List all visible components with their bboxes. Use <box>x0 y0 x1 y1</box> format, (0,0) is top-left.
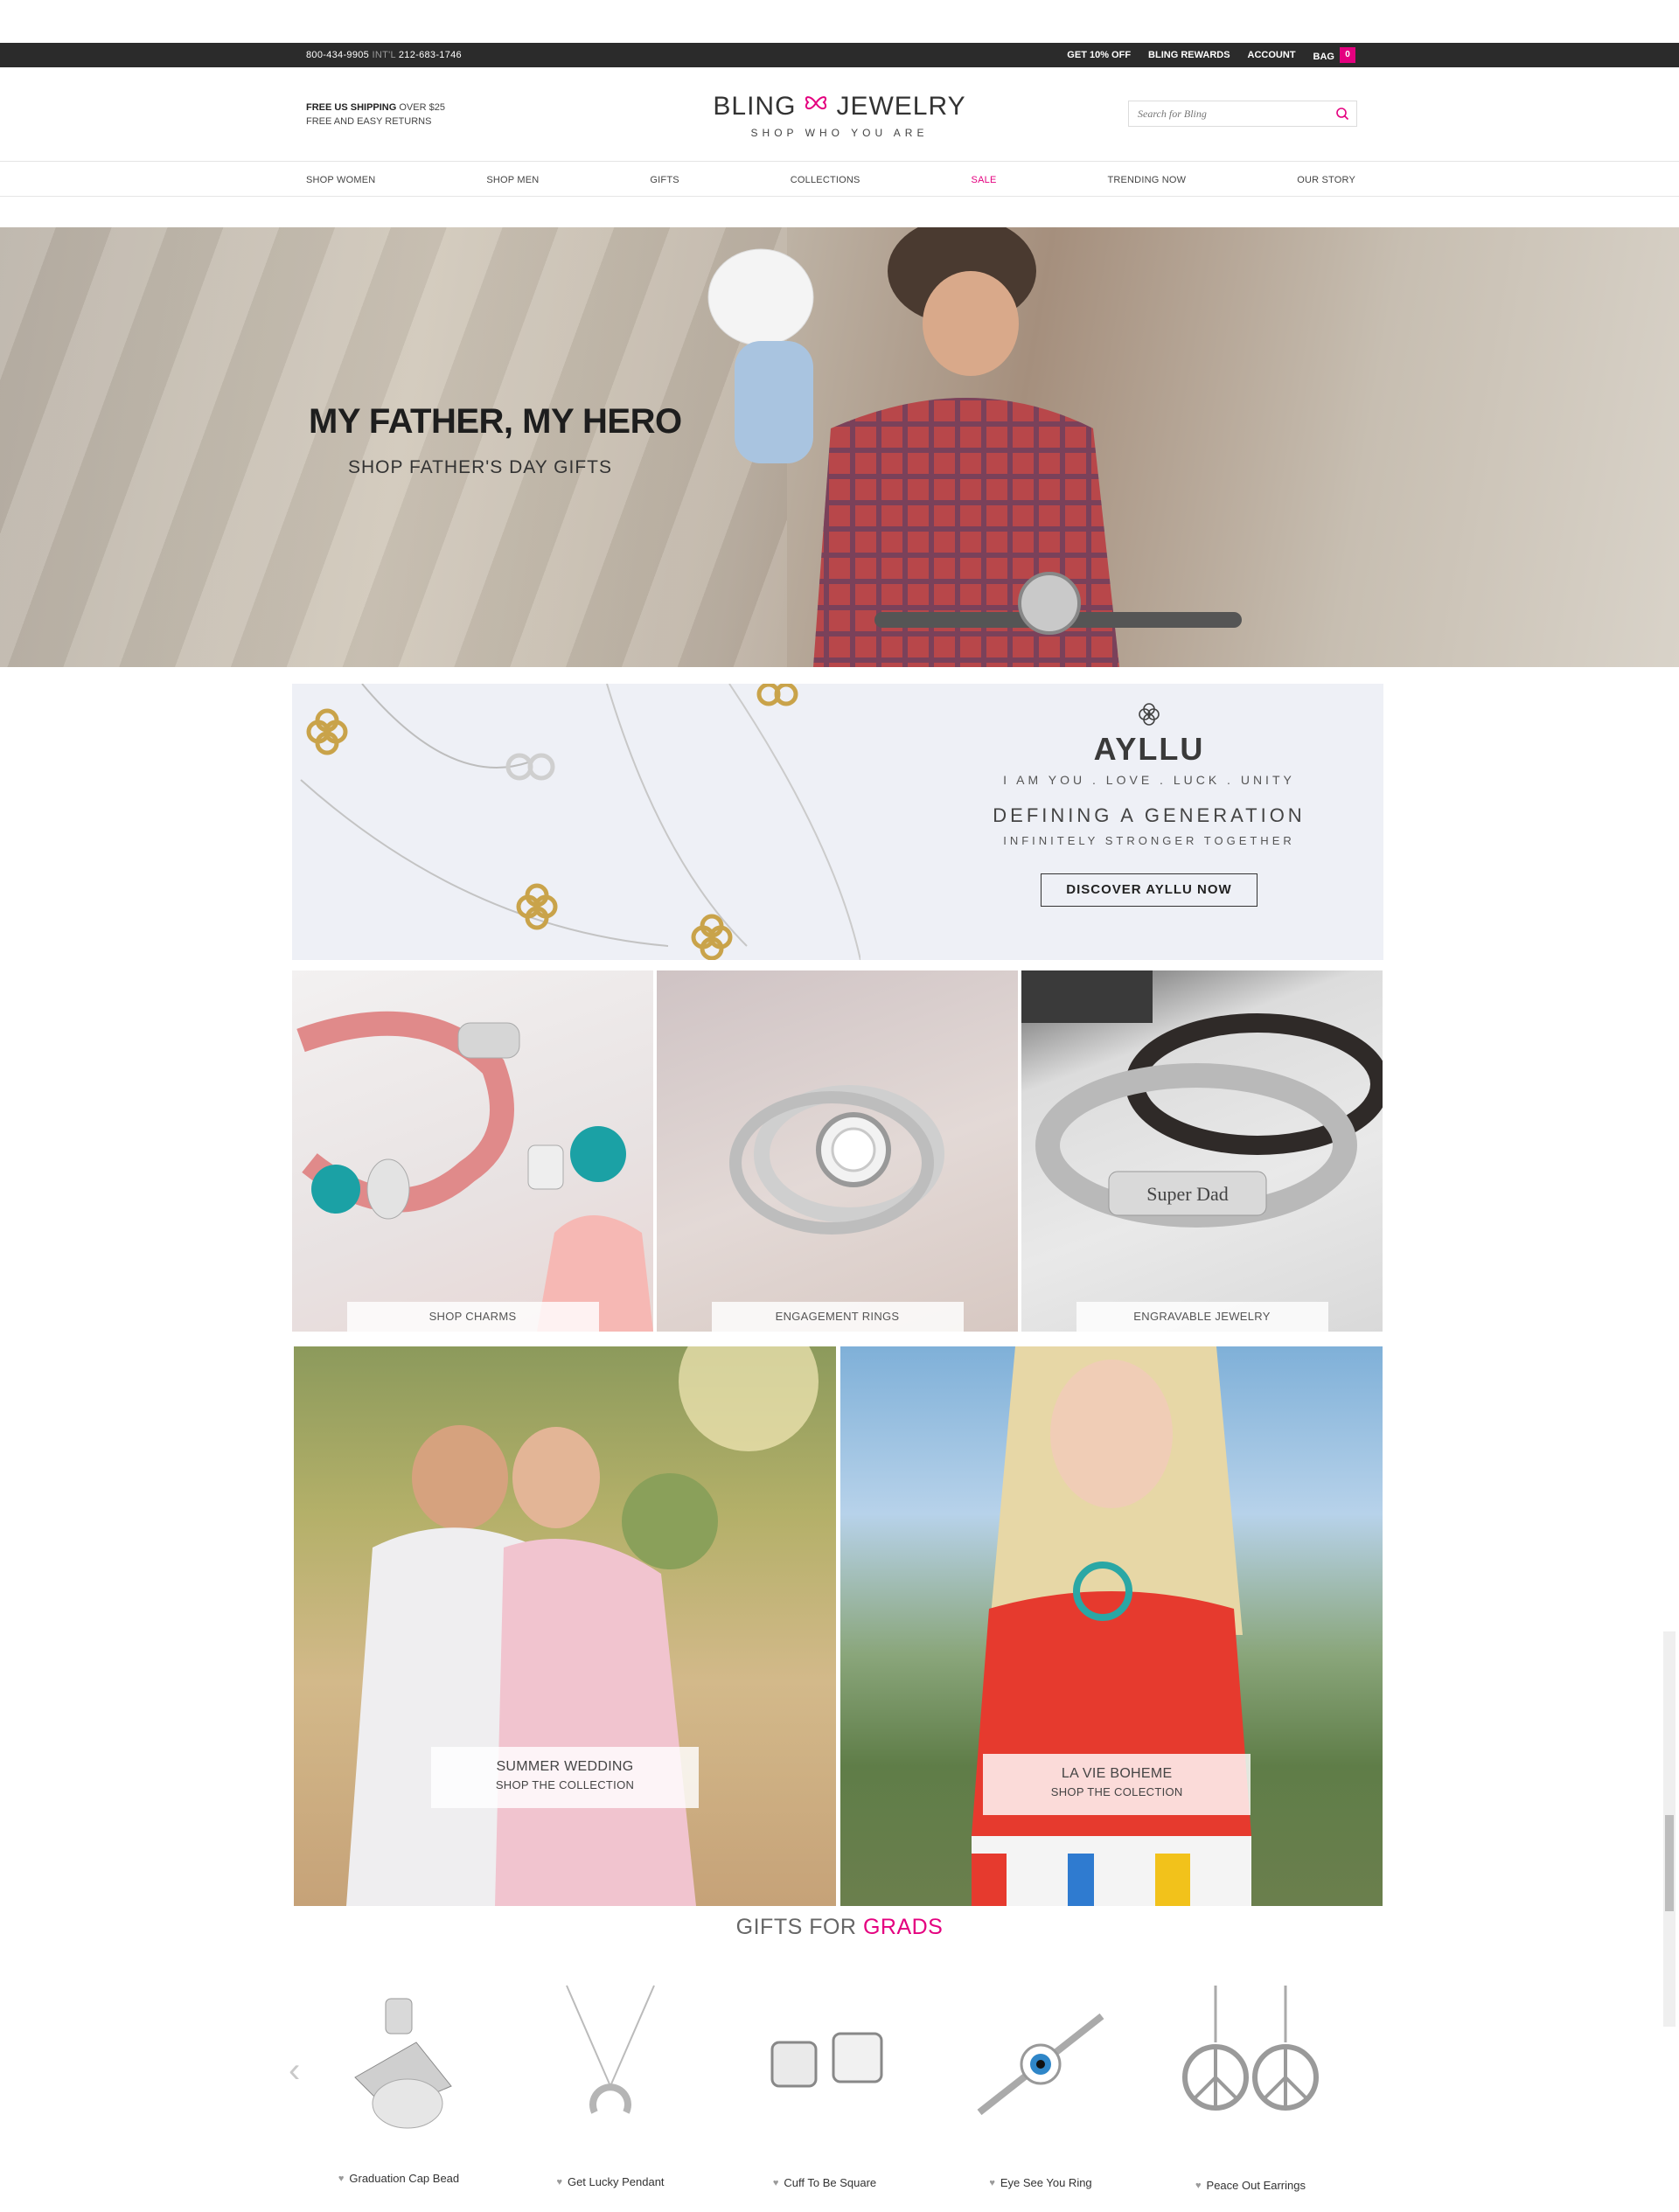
heart-icon[interactable]: ♥ <box>989 2178 995 2188</box>
site-logo[interactable]: BLING JEWELRY SHOP WHO YOU ARE <box>708 90 971 139</box>
gifts-for-grads-heading: GIFTS FOR GRADS <box>0 1915 1679 1940</box>
top-utility-bar: 800-434-9905 INT'L 212-683-1746 GET 10% … <box>0 43 1679 67</box>
la-vie-boheme-link: SHOP THE COLECTION <box>1050 1785 1183 1798</box>
discover-ayllu-button[interactable]: DISCOVER AYLLU NOW <box>1041 873 1258 907</box>
la-vie-boheme-caption[interactable]: LA VIE BOHEME SHOP THE COLECTION <box>983 1754 1251 1815</box>
phone-numbers: 800-434-9905 INT'L 212-683-1746 <box>306 50 462 60</box>
account-link[interactable]: ACCOUNT <box>1248 50 1296 63</box>
product-card[interactable]: ♥ Graduation Cap Bead <box>311 1946 486 2209</box>
bag-count-badge: 0 <box>1340 47 1355 63</box>
page-scrollbar[interactable] <box>1663 1631 1676 2027</box>
boheme-model-photo <box>972 1346 1251 1906</box>
grads-carousel: ‹ ♥ Graduation Cap Bead ♥ Get Lucky Pend… <box>289 1946 1364 2209</box>
product-name[interactable]: ♥ Eye See You Ring <box>953 2176 1128 2189</box>
discount-link[interactable]: GET 10% OFF <box>1067 50 1131 63</box>
nav-shop-men[interactable]: SHOP MEN <box>486 175 539 185</box>
search-icon[interactable] <box>1335 107 1349 125</box>
engagement-rings-label: ENGAGEMENT RINGS <box>711 1302 964 1332</box>
product-name[interactable]: ♥ Peace Out Earrings <box>1163 2179 1338 2192</box>
summer-wedding-tile[interactable]: SUMMER WEDDING SHOP THE COLLECTION <box>294 1346 836 1906</box>
ayllu-tagline: I AM YOU . LOVE . LUCK . UNITY <box>1003 773 1295 787</box>
engraved-bracelet-image: Super Dad <box>1021 970 1383 1228</box>
heart-icon[interactable]: ♥ <box>556 2177 562 2188</box>
search-input[interactable] <box>1129 101 1321 126</box>
free-shipping-threshold: OVER $25 <box>399 102 445 113</box>
search-box <box>1128 101 1357 127</box>
heart-icon[interactable]: ♥ <box>1195 2181 1202 2191</box>
clover-heart-icon <box>801 90 831 123</box>
product-name[interactable]: ♥ Get Lucky Pendant <box>523 2175 698 2188</box>
logo-text-right: JEWELRY <box>836 92 966 121</box>
summer-wedding-title: SUMMER WEDDING <box>496 1759 634 1774</box>
shipping-promo: FREE US SHIPPING OVER $25 FREE AND EASY … <box>306 101 445 129</box>
product-name[interactable]: ♥ Cuff To Be Square <box>737 2176 912 2189</box>
product-image <box>1182 1986 1319 2111</box>
product-name-text: Peace Out Earrings <box>1206 2179 1306 2192</box>
nav-our-story[interactable]: OUR STORY <box>1297 175 1355 185</box>
product-image <box>977 2013 1104 2116</box>
product-name[interactable]: ♥ Graduation Cap Bead <box>311 2172 486 2185</box>
product-name-text: Graduation Cap Bead <box>349 2172 460 2185</box>
bag-label: BAG <box>1313 51 1334 62</box>
engraving-text: Super Dad <box>1146 1183 1228 1205</box>
engagement-ring-image <box>729 1085 944 1235</box>
intl-phone-number[interactable]: 212-683-1746 <box>399 50 462 60</box>
product-image <box>770 2032 883 2088</box>
nav-sale[interactable]: SALE <box>972 175 997 185</box>
grads-title-pink: GRADS <box>862 1915 944 1939</box>
engagement-rings-tile[interactable]: ENGAGEMENT RINGS <box>657 970 1018 1332</box>
returns-text: FREE AND EASY RETURNS <box>306 116 432 127</box>
ayllu-banner[interactable]: AYLLU I AM YOU . LOVE . LUCK . UNITY DEF… <box>292 684 1383 960</box>
product-image <box>566 1985 655 2114</box>
scrollbar-thumb[interactable] <box>1665 1815 1674 1911</box>
product-name-text: Get Lucky Pendant <box>567 2175 665 2188</box>
product-name-text: Cuff To Be Square <box>784 2176 877 2189</box>
product-card[interactable]: ♥ Eye See You Ring <box>953 1946 1128 2209</box>
engravable-jewelry-tile[interactable]: Super Dad ENGRAVABLE JEWELRY <box>1021 970 1383 1332</box>
free-shipping-label: FREE US SHIPPING <box>306 102 397 113</box>
carousel-prev-arrow-icon[interactable]: ‹ <box>289 2051 300 2090</box>
bag-link[interactable]: BAG 0 <box>1313 47 1355 63</box>
summer-wedding-caption[interactable]: SUMMER WEDDING SHOP THE COLLECTION <box>431 1747 699 1808</box>
product-card[interactable]: ♥ Get Lucky Pendant <box>523 1946 698 2209</box>
la-vie-boheme-tile[interactable]: LA VIE BOHEME SHOP THE COLECTION <box>840 1346 1383 1906</box>
hero-banner[interactable]: MY FATHER, MY HERO SHOP FATHER'S DAY GIF… <box>0 227 1679 667</box>
site-header: FREE US SHIPPING OVER $25 FREE AND EASY … <box>0 67 1679 162</box>
intl-label: INT'L <box>372 50 396 60</box>
utility-links: GET 10% OFF BLING REWARDS ACCOUNT BAG 0 <box>1067 47 1355 63</box>
nav-shop-women[interactable]: SHOP WOMEN <box>306 175 375 185</box>
product-card[interactable]: ♥ Cuff To Be Square <box>737 1946 912 2209</box>
shop-charms-tile[interactable]: SHOP CHARMS <box>292 970 653 1332</box>
logo-text-left: BLING <box>713 92 797 121</box>
grads-title-gray: GIFTS FOR <box>735 1915 857 1939</box>
ayllu-necklace-image <box>300 684 860 960</box>
heart-icon[interactable]: ♥ <box>773 2178 779 2188</box>
hero-subtitle[interactable]: SHOP FATHER'S DAY GIFTS <box>348 457 612 478</box>
engravable-jewelry-label: ENGRAVABLE JEWELRY <box>1076 1302 1328 1332</box>
ayllu-clover-icon <box>965 701 1333 727</box>
hero-title: MY FATHER, MY HERO <box>309 402 682 441</box>
summer-wedding-link: SHOP THE COLLECTION <box>495 1778 635 1791</box>
product-image <box>354 1998 452 2129</box>
main-navigation: SHOP WOMEN SHOP MEN GIFTS COLLECTIONS SA… <box>0 163 1679 197</box>
wedding-couple-photo <box>346 1346 819 1906</box>
ayllu-subline: INFINITELY STRONGER TOGETHER <box>1003 834 1295 847</box>
la-vie-boheme-title: LA VIE BOHEME <box>1061 1766 1173 1781</box>
nav-gifts[interactable]: GIFTS <box>650 175 679 185</box>
hero-photo-father-son <box>707 227 1242 667</box>
phone-number[interactable]: 800-434-9905 <box>306 50 369 60</box>
charm-bracelet-image <box>296 1011 653 1332</box>
logo-tagline: SHOP WHO YOU ARE <box>750 127 929 139</box>
rewards-link[interactable]: BLING REWARDS <box>1148 50 1230 63</box>
ayllu-brand-name: AYLLU <box>1093 731 1205 767</box>
nav-collections[interactable]: COLLECTIONS <box>791 175 860 185</box>
ayllu-headline: DEFINING A GENERATION <box>993 804 1306 826</box>
product-name-text: Eye See You Ring <box>1000 2176 1092 2189</box>
hero-background <box>0 227 787 667</box>
heart-icon[interactable]: ♥ <box>338 2174 345 2184</box>
nav-trending-now[interactable]: TRENDING NOW <box>1107 175 1186 185</box>
ayllu-copy: AYLLU I AM YOU . LOVE . LUCK . UNITY DEF… <box>965 701 1333 907</box>
shop-charms-label: SHOP CHARMS <box>346 1302 599 1332</box>
product-card[interactable]: ♥ Peace Out Earrings <box>1163 1946 1338 2209</box>
